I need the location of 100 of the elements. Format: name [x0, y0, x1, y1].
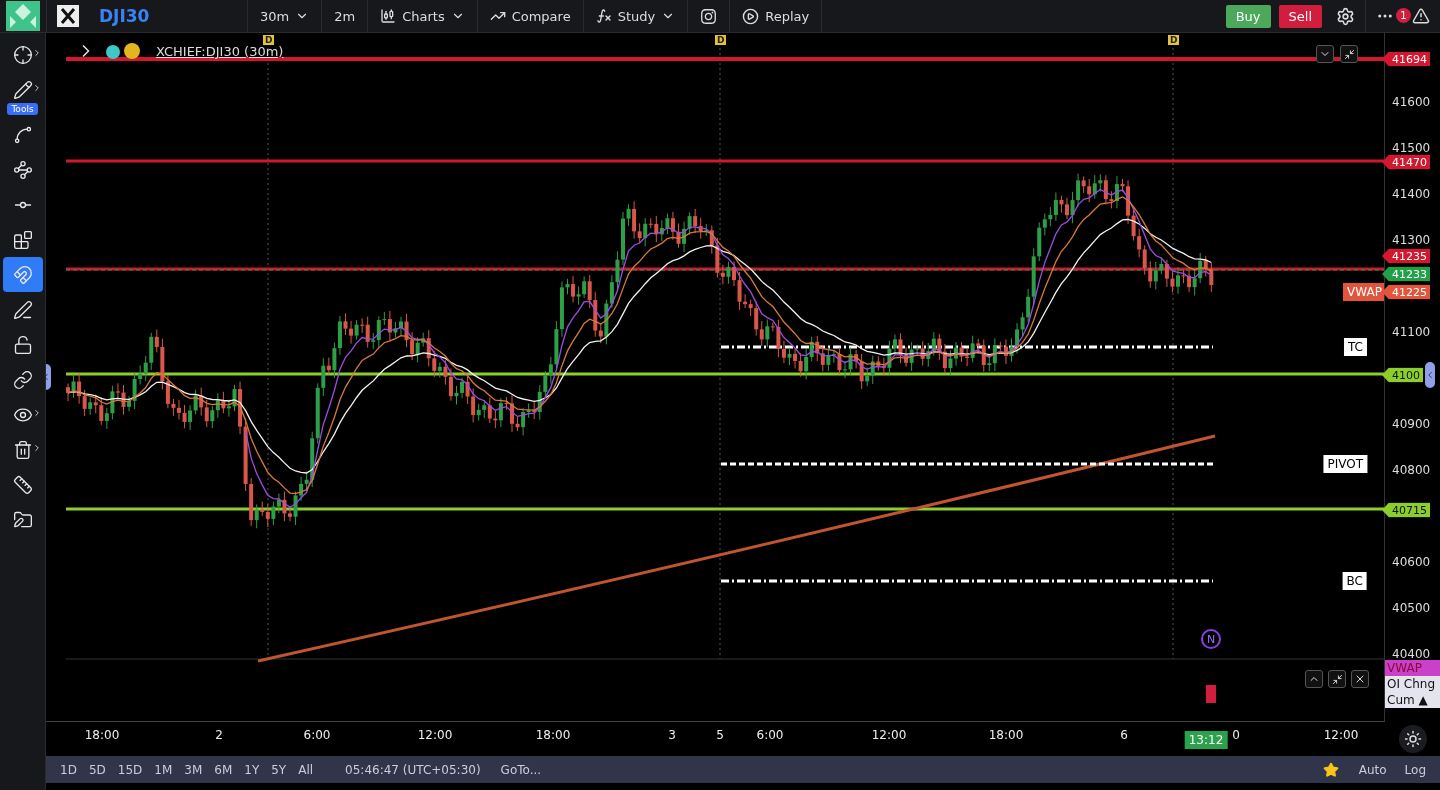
- candlestick-icon: [380, 8, 397, 24]
- tools-label: Tools: [7, 103, 38, 115]
- coin-icon: [124, 43, 140, 59]
- time-tick: 18:00: [535, 728, 571, 742]
- price-tick: 41400: [1392, 187, 1431, 201]
- price-tick: 40500: [1392, 601, 1431, 615]
- legend-item[interactable]: Cum ▲: [1385, 692, 1440, 708]
- interval-dropdown[interactable]: 30m: [248, 0, 323, 32]
- trash-icon: [12, 439, 33, 460]
- price-tag: 41233: [1382, 266, 1430, 282]
- legend-item[interactable]: OI Chng: [1385, 676, 1440, 692]
- expand-up-button[interactable]: [1305, 670, 1323, 688]
- news-marker[interactable]: N: [1201, 629, 1221, 649]
- price-tag: 40715: [1382, 502, 1430, 518]
- time-tick: 6:00: [303, 728, 331, 742]
- minimize-icon: [1343, 48, 1355, 60]
- chevron-left-icon: [1425, 370, 1435, 380]
- price-tag: 41694: [1382, 51, 1430, 67]
- status-dot-icon: [106, 45, 120, 59]
- symbol-name: DJI30: [99, 6, 150, 26]
- range-button[interactable]: 6M: [208, 762, 239, 777]
- pen-icon: [12, 299, 33, 320]
- collapse-handle[interactable]: [1425, 362, 1435, 388]
- pencil-icon: [12, 79, 33, 100]
- alert-icon[interactable]: [1412, 7, 1430, 25]
- study-menu[interactable]: Study: [583, 0, 689, 32]
- price-tick: 41600: [1392, 95, 1431, 109]
- range-button[interactable]: 3M: [178, 762, 209, 777]
- star-icon[interactable]: [1322, 761, 1339, 778]
- price-tick: 40400: [1392, 647, 1431, 661]
- day-marker: D: [1168, 35, 1180, 45]
- range-button[interactable]: All: [292, 762, 320, 777]
- price-tag: 4100: [1382, 367, 1423, 383]
- volume-bar: [1206, 685, 1216, 703]
- auto-scale-button[interactable]: Auto: [1352, 762, 1393, 777]
- goto-button[interactable]: GoTo...: [494, 762, 548, 777]
- price-tick: 40800: [1392, 463, 1431, 477]
- blocks-icon: [12, 229, 33, 250]
- price-tick: 40600: [1392, 555, 1431, 569]
- range-button[interactable]: 1M: [148, 762, 179, 777]
- x-logo-icon: [57, 5, 79, 27]
- sun-icon: [1403, 729, 1422, 748]
- price-tag: 41470: [1382, 154, 1430, 170]
- settings-button[interactable]: [1398, 724, 1427, 753]
- close-icon: [1354, 673, 1366, 685]
- function-icon: [595, 8, 612, 24]
- folder-icon: [12, 509, 33, 530]
- time-tick: 5: [716, 728, 724, 742]
- waypoints-icon: [12, 159, 33, 180]
- settings-icon[interactable]: [1336, 6, 1355, 26]
- time-tick: 0: [1232, 728, 1240, 742]
- range-button[interactable]: 5Y: [265, 762, 293, 777]
- charts-menu[interactable]: Charts: [368, 0, 478, 32]
- day-marker: D: [715, 35, 727, 45]
- replay-button[interactable]: Replay: [730, 0, 823, 32]
- time-tick: 18:00: [84, 728, 120, 742]
- play-icon: [742, 7, 760, 25]
- range-button[interactable]: 1Y: [238, 762, 266, 777]
- range-button[interactable]: 15D: [111, 762, 149, 777]
- pivot-label: BC: [1342, 572, 1367, 590]
- sell-button[interactable]: Sell: [1278, 4, 1322, 28]
- time-tick: 18:00: [988, 728, 1024, 742]
- price-tick: 41300: [1392, 233, 1431, 247]
- time-tick: 2: [215, 728, 223, 742]
- pivot-label: PIVOT: [1323, 455, 1367, 473]
- logo-pattern-icon: [4, 1, 42, 31]
- time-tick: 12:00: [871, 728, 907, 742]
- day-marker: D: [263, 35, 275, 45]
- time-tick: 12:00: [417, 728, 453, 742]
- minimize-button[interactable]: [1328, 670, 1346, 688]
- close-button[interactable]: [1351, 670, 1369, 688]
- range-button[interactable]: 1D: [54, 762, 83, 777]
- current-time-tag: 13:12: [1184, 731, 1228, 749]
- link-icon: [12, 369, 33, 390]
- time-tick: 12:00: [1323, 728, 1359, 742]
- ruler-icon: [12, 474, 33, 495]
- time-tick: 6: [1120, 728, 1128, 742]
- minimize-icon: [1331, 673, 1343, 685]
- interval-button[interactable]: 2m: [322, 0, 369, 32]
- price-tick: 40900: [1392, 417, 1431, 431]
- time-tick: 3: [668, 728, 676, 742]
- clock-text: 05:46:47 (UTC+05:30): [345, 762, 481, 777]
- price-tick: 41500: [1392, 141, 1431, 155]
- tool-button[interactable]: [2, 257, 43, 292]
- log-scale-button[interactable]: Log: [1398, 762, 1432, 777]
- vwap-label: VWAP: [1343, 283, 1384, 301]
- chart-symbol-title[interactable]: XCHIEF:DJI30 (30m): [156, 44, 284, 59]
- collapse-button[interactable]: [1316, 45, 1334, 63]
- pivot-label: TC: [1344, 338, 1367, 356]
- unlock-icon: [12, 334, 33, 355]
- price-tag: 41225: [1382, 284, 1430, 300]
- range-button[interactable]: 5D: [82, 762, 112, 777]
- crosshair-icon: [12, 44, 33, 65]
- minimize-button[interactable]: [1340, 45, 1358, 63]
- price-tag: 41235: [1382, 248, 1430, 264]
- time-tick: 6:00: [756, 728, 784, 742]
- magnet-icon: [12, 264, 33, 285]
- instagram-icon: [700, 7, 718, 25]
- compare-menu[interactable]: Compare: [477, 0, 584, 32]
- price-tick: 41100: [1392, 325, 1431, 339]
